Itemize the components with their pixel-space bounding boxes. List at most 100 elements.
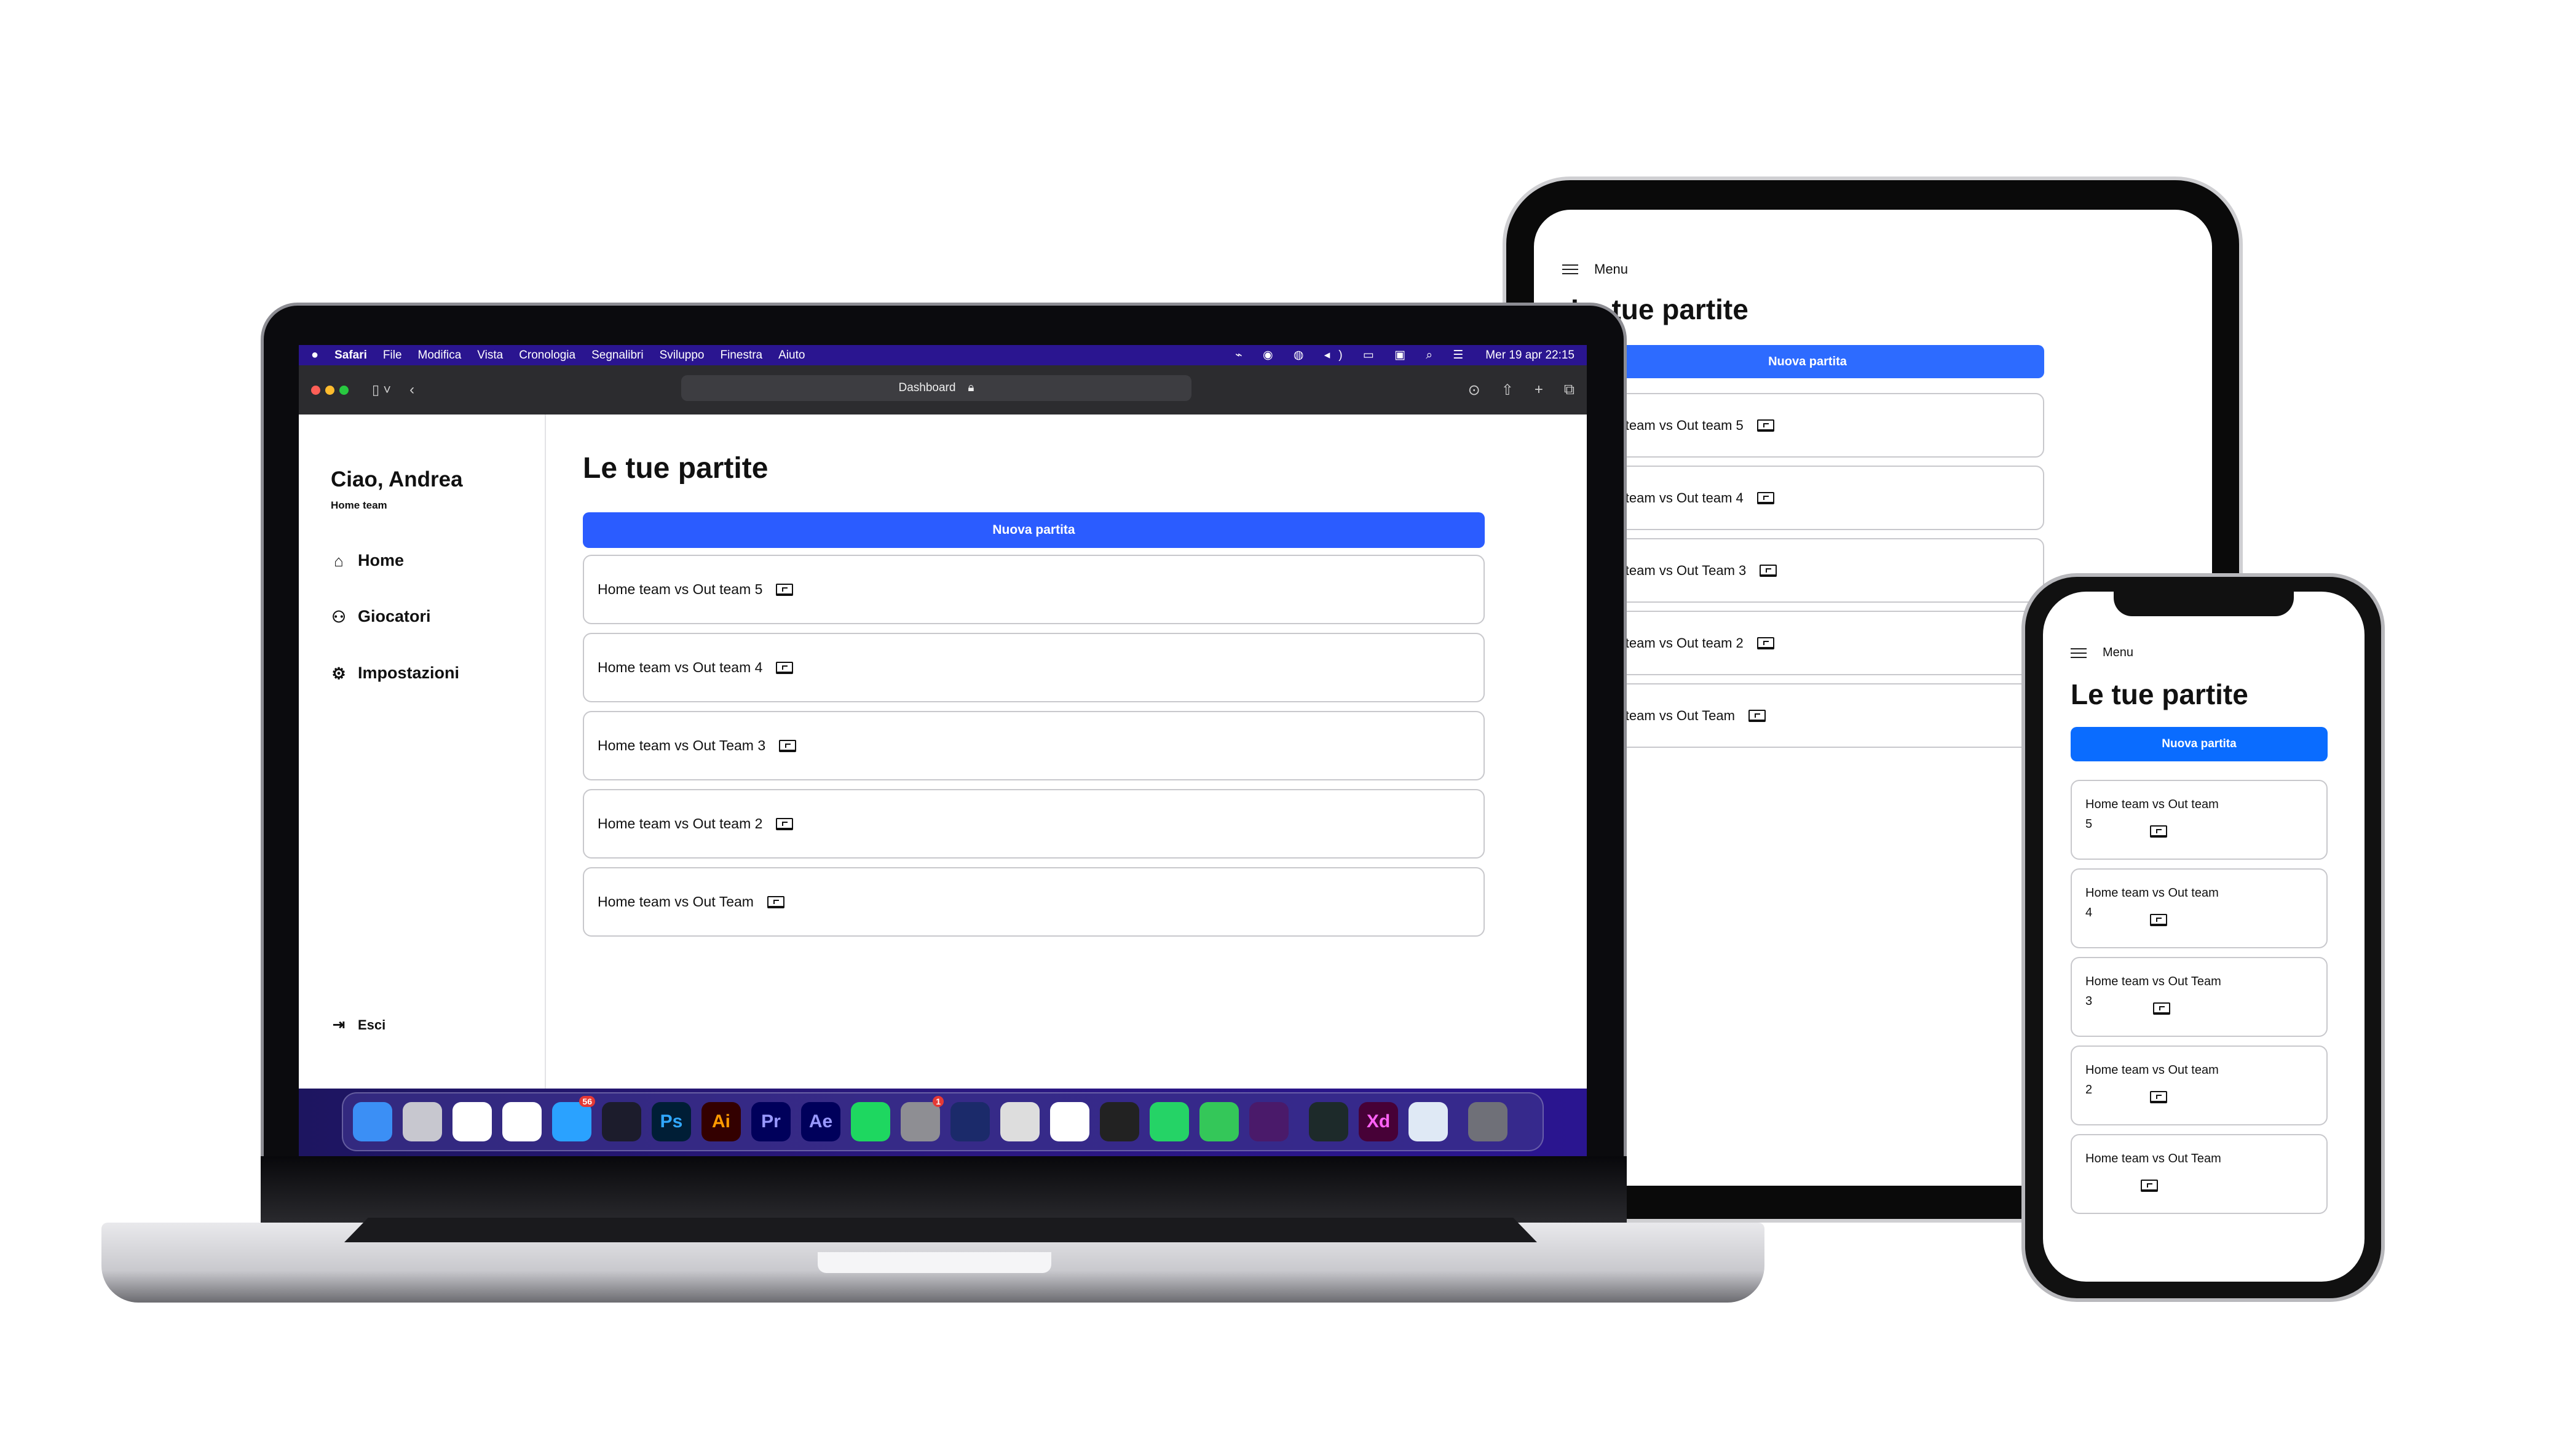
menu-label: Menu	[2103, 646, 2134, 659]
open-match-icon[interactable]	[1760, 564, 1777, 577]
match-card[interactable]: Home team vs Out team 4	[583, 633, 1485, 702]
page-title: Le tue partite	[583, 452, 768, 485]
dock-whatsapp-icon[interactable]	[1150, 1102, 1189, 1141]
menu-segnalibri[interactable]: Segnalibri	[591, 349, 644, 362]
dock-chrome-icon[interactable]	[502, 1102, 542, 1141]
open-match-icon[interactable]	[1756, 419, 1774, 432]
match-card[interactable]: Home team vs Out team 2	[583, 789, 1485, 859]
dock-vscode-icon[interactable]	[1050, 1102, 1089, 1141]
dock-obs-icon[interactable]	[602, 1102, 641, 1141]
dock-premiere-icon[interactable]: Pr	[751, 1102, 791, 1141]
match-card[interactable]: Home team vs Out team 5	[2071, 780, 2328, 860]
match-card[interactable]: Home team vs Out Team	[1571, 683, 2044, 748]
sidebar-item-home[interactable]: ⌂ Home	[331, 551, 404, 570]
home-icon: ⌂	[334, 551, 344, 570]
menu-aiuto[interactable]: Aiuto	[778, 349, 805, 362]
menu-sviluppo[interactable]: Sviluppo	[660, 349, 705, 362]
open-match-icon[interactable]	[1756, 491, 1774, 504]
dock-illustrator-icon[interactable]: Ai	[701, 1102, 741, 1141]
dock-trash-icon[interactable]	[1468, 1102, 1507, 1141]
close-window-button[interactable]	[311, 385, 320, 395]
dock-launchpad-icon[interactable]	[403, 1102, 442, 1141]
dock: 56 Ps Ai Pr Ae 1 Xd	[342, 1092, 1544, 1151]
phone-notch	[2114, 592, 2294, 616]
sidebar-item-impostazioni[interactable]: ⚙ Impostazioni	[331, 664, 459, 683]
menu-vista[interactable]: Vista	[477, 349, 503, 362]
open-match-icon[interactable]	[2141, 1180, 2158, 1192]
menu-cronologia[interactable]: Cronologia	[519, 349, 575, 362]
sidebar: Ciao, Andrea Home team ⌂ Home ⚇ Giocatori …	[299, 415, 546, 1089]
new-match-button[interactable]: Nuova partita	[1571, 345, 2044, 378]
dock-after-effects-icon[interactable]: Ae	[801, 1102, 840, 1141]
open-match-icon[interactable]	[2150, 825, 2167, 838]
download-icon[interactable]: ⊙	[1468, 381, 1480, 399]
open-match-icon[interactable]	[779, 739, 797, 752]
sidebar-item-label: Giocatori	[358, 607, 431, 625]
new-tab-icon[interactable]: +	[1535, 381, 1543, 399]
open-match-icon[interactable]	[776, 661, 794, 674]
tablet-menu-button[interactable]: Menu	[1562, 261, 1628, 277]
notification-badge: 56	[579, 1096, 595, 1107]
match-card[interactable]: Home team vs Out Team 3	[2071, 957, 2328, 1037]
menu-modifica[interactable]: Modifica	[418, 349, 462, 362]
dock-safari-icon[interactable]	[452, 1102, 492, 1141]
match-card[interactable]: Home team vs Out team 4	[1571, 466, 2044, 530]
apple-icon[interactable]: ●	[311, 348, 318, 362]
match-card[interactable]: Home team vs Out Team 3	[1571, 538, 2044, 603]
dock-audio-app-icon[interactable]	[1309, 1102, 1348, 1141]
menu-file[interactable]: File	[383, 349, 402, 362]
open-match-icon[interactable]	[2150, 1091, 2167, 1103]
open-match-icon[interactable]	[1756, 637, 1774, 649]
match-card[interactable]: Home team vs Out team 2	[2071, 1045, 2328, 1125]
open-match-icon[interactable]	[2153, 1002, 2170, 1015]
share-icon[interactable]: ⇧	[1501, 381, 1514, 399]
dock-facetime-icon[interactable]	[1199, 1102, 1239, 1141]
dock-preview-icon[interactable]	[1409, 1102, 1448, 1141]
dock-cinema4d-icon[interactable]	[950, 1102, 990, 1141]
logout-button[interactable]: ⇥ Esci	[331, 1017, 385, 1033]
dock-unity-icon[interactable]	[1000, 1102, 1040, 1141]
sidebar-item-giocatori[interactable]: ⚇ Giocatori	[331, 607, 431, 626]
match-card[interactable]: Home team vs Out team 5	[583, 555, 1485, 624]
new-match-button[interactable]: Nuova partita	[583, 512, 1485, 548]
macos-menubar: ● Safari File Modifica Vista Cronologia Segna…	[299, 345, 1587, 365]
hamburger-icon	[2071, 648, 2087, 658]
laptop-screen: ● Safari File Modifica Vista Cronologia Segna…	[299, 345, 1587, 1156]
open-match-icon[interactable]	[767, 895, 784, 908]
menu-finestra[interactable]: Finestra	[720, 349, 762, 362]
tabs-overview-icon[interactable]: ⧉	[1564, 381, 1574, 399]
dock-system-settings-icon[interactable]: 1	[901, 1096, 944, 1141]
match-card[interactable]: Home team vs Out Team 3	[583, 711, 1485, 780]
dock-logic-icon[interactable]	[1100, 1102, 1139, 1141]
laptop-lid-notch	[818, 1252, 1051, 1273]
match-card[interactable]: Home team vs Out team 5	[1571, 393, 2044, 458]
match-card[interactable]: Home team vs Out team 4	[2071, 868, 2328, 948]
menu-safari[interactable]: Safari	[334, 349, 367, 362]
open-match-icon[interactable]	[1748, 709, 1766, 722]
greeting: Ciao, Andrea	[331, 467, 463, 491]
dock-finder-icon[interactable]	[353, 1102, 392, 1141]
desktop-wallpaper: 56 Ps Ai Pr Ae 1 Xd	[299, 1089, 1587, 1156]
phone-device: Menu Le tue partite Nuova partita Home t…	[2021, 573, 2385, 1302]
open-match-icon[interactable]	[2150, 914, 2167, 926]
dock-xd-icon[interactable]: Xd	[1359, 1102, 1398, 1141]
status-icons[interactable]: ⌁ ◉ ◍ ◂) ▭ ▣ ⌕ ☰	[1235, 348, 1472, 362]
dock-siri-icon[interactable]	[1249, 1102, 1289, 1141]
hamburger-icon	[1562, 264, 1578, 274]
open-match-icon[interactable]	[776, 583, 794, 596]
back-icon[interactable]: ‹	[409, 381, 414, 399]
minimize-window-button[interactable]	[325, 385, 334, 395]
dock-photoshop-icon[interactable]: Ps	[652, 1102, 691, 1141]
dock-spotify-icon[interactable]	[851, 1102, 890, 1141]
address-bar[interactable]: Dashboard 🔒︎	[681, 375, 1191, 401]
dock-mail-icon[interactable]: 56	[552, 1096, 595, 1141]
phone-menu-button[interactable]: Menu	[2071, 646, 2133, 660]
open-match-icon[interactable]	[776, 817, 794, 830]
zoom-window-button[interactable]	[339, 385, 349, 395]
safari-toolbar: ▯ ˅ ‹ Dashboard 🔒︎ ⊙ ⇧ + ⧉	[299, 365, 1587, 415]
match-card[interactable]: Home team vs Out Team	[583, 867, 1485, 937]
match-card[interactable]: Home team vs Out Team	[2071, 1134, 2328, 1214]
sidebar-toggle-icon[interactable]: ▯ ˅	[372, 382, 391, 398]
new-match-button[interactable]: Nuova partita	[2071, 727, 2328, 761]
match-card[interactable]: Home team vs Out team 2	[1571, 611, 2044, 675]
